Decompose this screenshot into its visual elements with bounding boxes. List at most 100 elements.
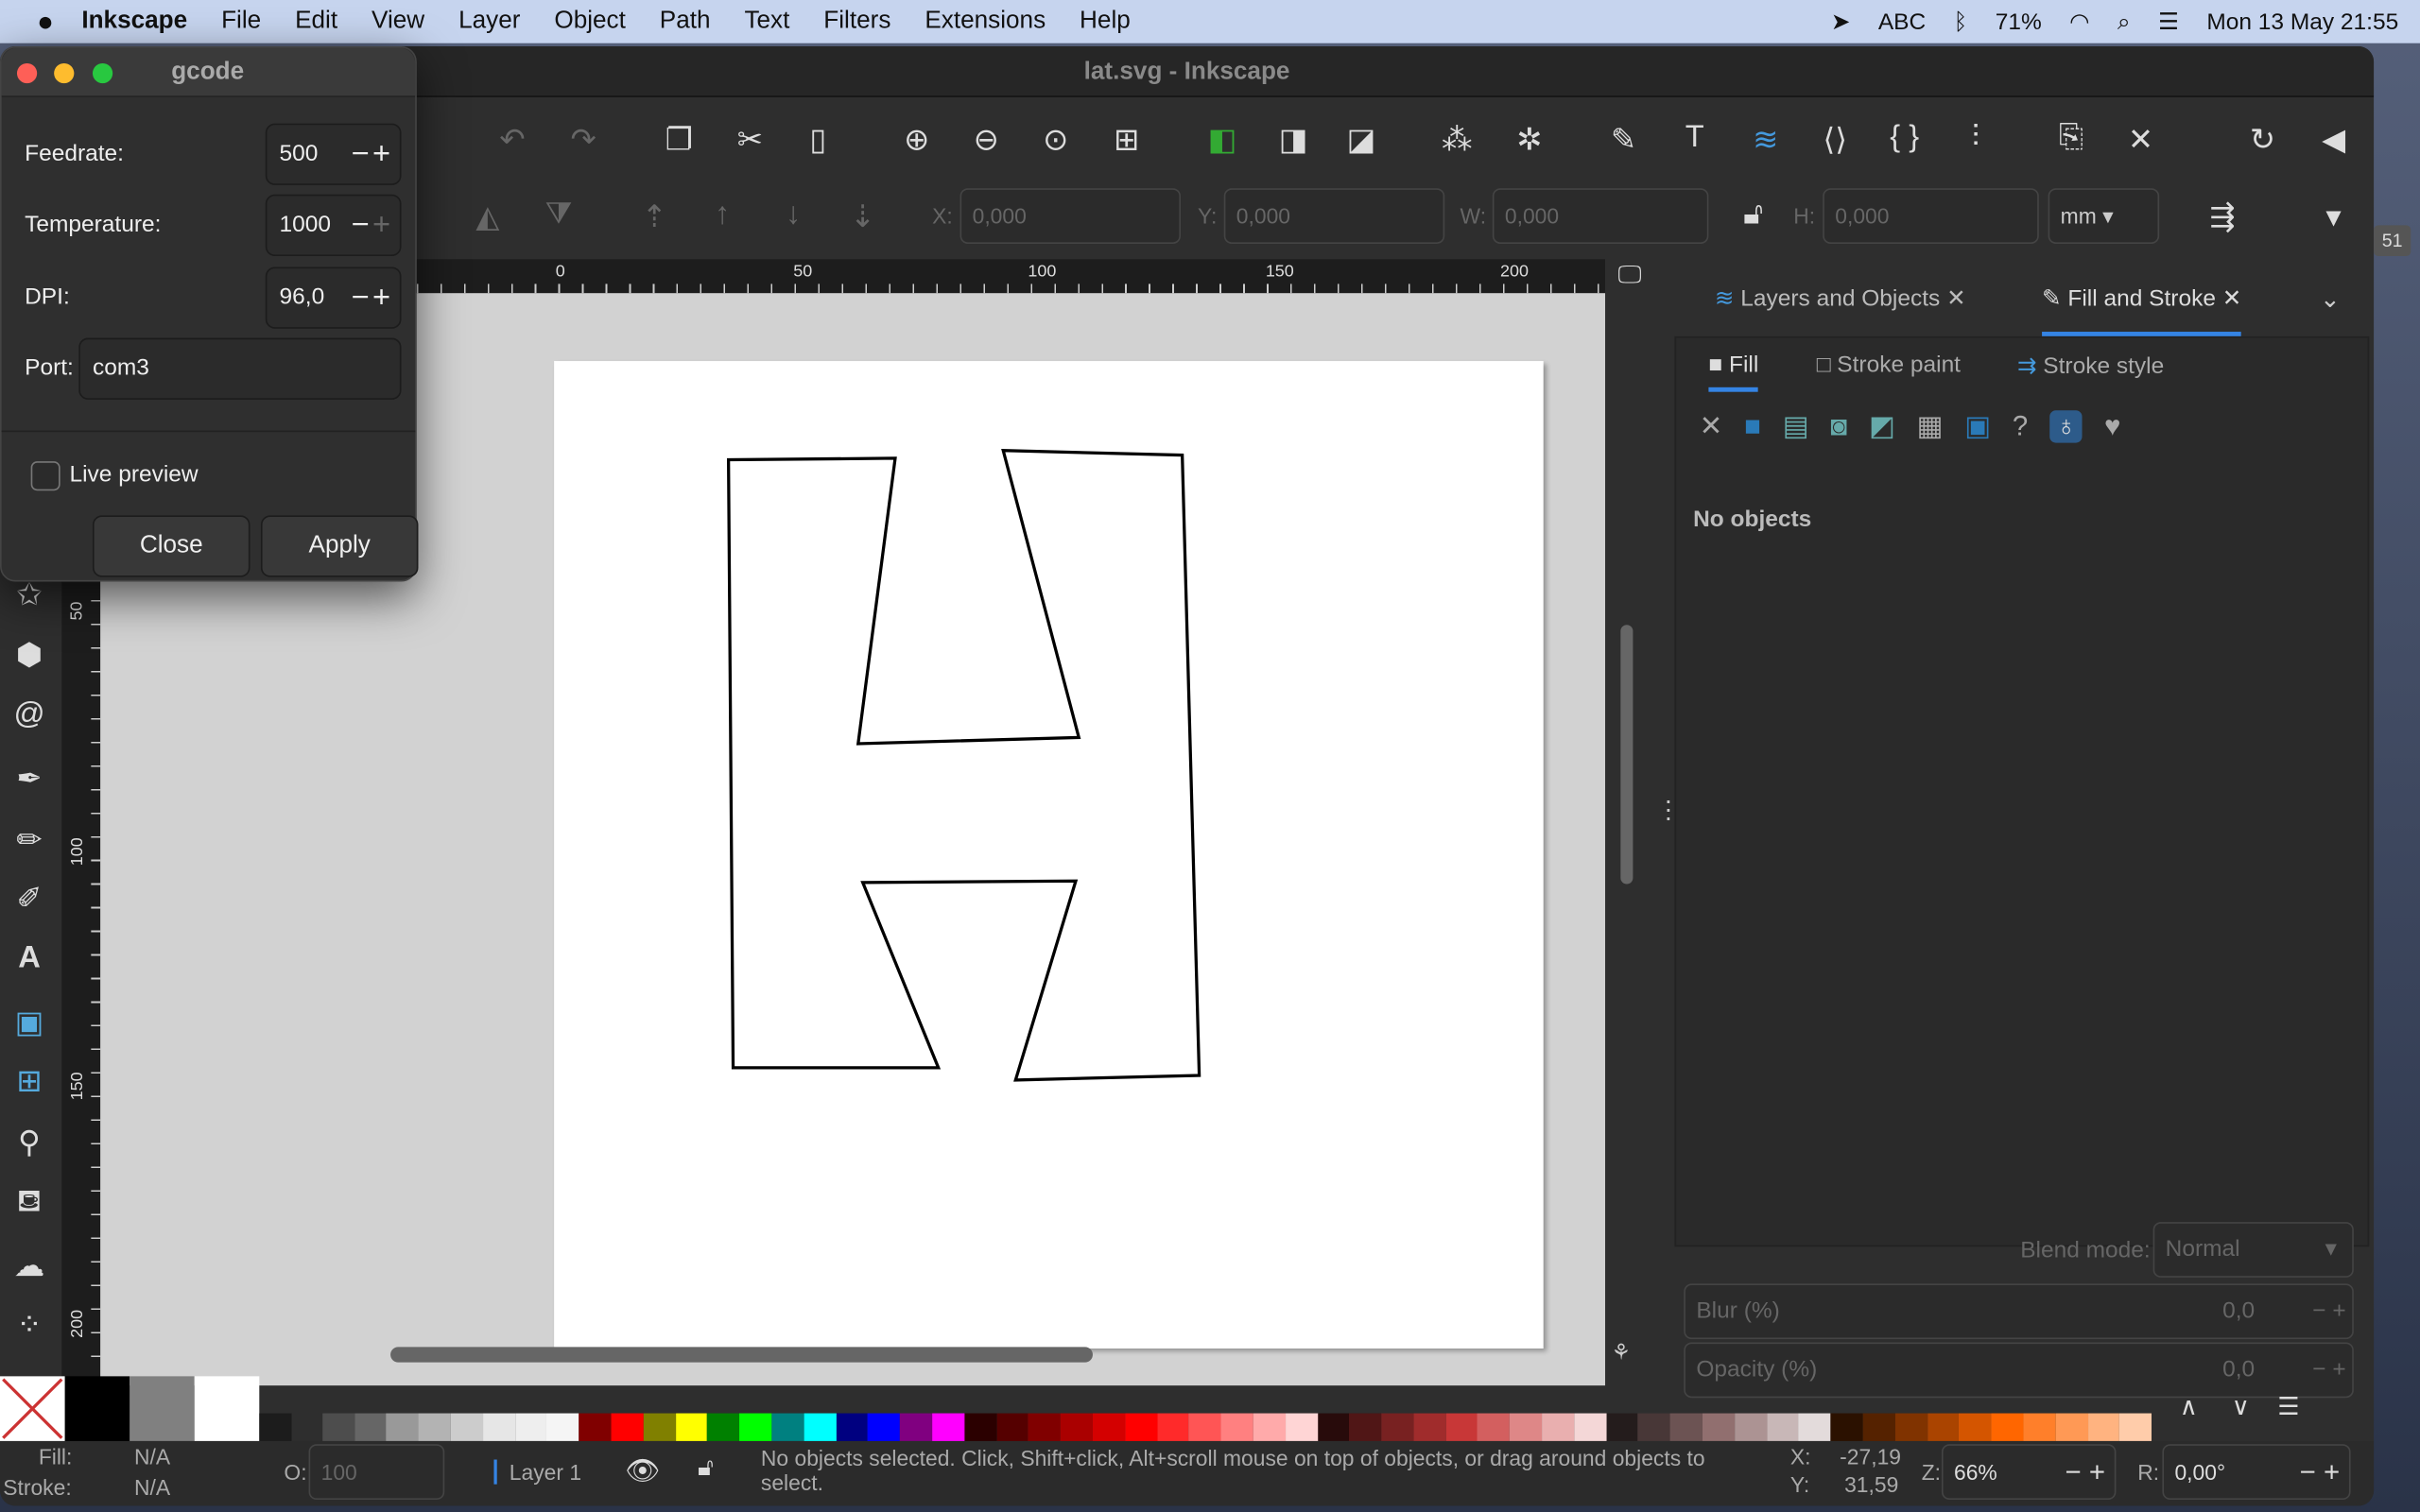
opacity-input[interactable]: 100 xyxy=(308,1444,445,1500)
feedrate-input[interactable]: 500 −+ xyxy=(265,123,402,185)
zoom-window-button[interactable] xyxy=(92,62,113,84)
transform-icon[interactable]: ✲ xyxy=(1508,120,1551,159)
zoom-page-icon[interactable]: ⊙ xyxy=(1034,120,1078,159)
transform-options-icon[interactable]: ⇶ xyxy=(2201,198,2244,236)
3d-box-tool-icon[interactable]: ⬢ xyxy=(8,636,51,675)
radial-gradient-icon[interactable]: ◙ xyxy=(1830,410,1847,442)
preferences-icon[interactable]: ✕ xyxy=(2119,120,2163,159)
subtab-stroke-paint[interactable]: □ Stroke paint xyxy=(1817,352,1961,378)
color-swatch[interactable] xyxy=(386,1413,419,1441)
lower-bottom-icon[interactable]: ⇣ xyxy=(841,198,885,236)
color-swatch[interactable] xyxy=(1862,1413,1895,1441)
layers-icon[interactable]: ≋ xyxy=(1744,120,1788,159)
color-swatch[interactable] xyxy=(1317,1413,1350,1441)
color-swatch[interactable] xyxy=(1638,1413,1671,1441)
live-preview-label[interactable]: Live preview xyxy=(69,461,198,488)
color-swatch[interactable] xyxy=(291,1413,322,1441)
h-input[interactable]: 0,000 xyxy=(1823,188,2039,244)
apple-icon[interactable]: ● xyxy=(37,6,54,38)
palette-menu-icon[interactable]: ☰ xyxy=(2277,1392,2299,1423)
color-swatch[interactable] xyxy=(450,1413,483,1441)
color-swatch[interactable] xyxy=(1445,1413,1478,1441)
color-swatch[interactable] xyxy=(1798,1413,1831,1441)
tabs-menu-chevron-icon[interactable]: ⌄ xyxy=(2320,284,2341,315)
color-swatch[interactable] xyxy=(1413,1413,1446,1441)
zoom-selection-icon[interactable]: ⊕ xyxy=(895,120,939,159)
color-swatch[interactable] xyxy=(900,1413,933,1441)
horizontal-scrollbar[interactable] xyxy=(390,1347,1093,1363)
palette-scroll-up-icon[interactable]: ∧ xyxy=(2180,1392,2198,1423)
fill-stroke-icon[interactable]: ✎ xyxy=(1602,120,1646,159)
color-swatch[interactable] xyxy=(1028,1413,1061,1441)
linear-gradient-icon[interactable]: ▤ xyxy=(1783,410,1809,442)
paint-bucket-tool-icon[interactable]: ⛾ xyxy=(8,1185,51,1224)
color-swatch[interactable] xyxy=(739,1413,772,1441)
control-center-icon[interactable]: ☰ xyxy=(2158,8,2179,36)
dropper-tool-icon[interactable]: ⚲ xyxy=(8,1124,51,1162)
paste-icon[interactable]: ▯ xyxy=(796,120,839,159)
color-swatch[interactable] xyxy=(259,1413,292,1441)
color-swatch[interactable] xyxy=(482,1413,515,1441)
zoom-center-icon[interactable]: ⊞ xyxy=(1105,120,1149,159)
lock-icon[interactable]: 🔓︎ xyxy=(1732,198,1775,233)
pattern-icon[interactable]: ▦ xyxy=(1917,410,1944,442)
color-swatch[interactable] xyxy=(643,1413,676,1441)
color-swatch[interactable] xyxy=(932,1413,965,1441)
apply-button[interactable]: Apply xyxy=(260,515,419,577)
xml-editor-icon[interactable]: ⟨⟩ xyxy=(1813,120,1857,159)
subtab-stroke-style[interactable]: ⇉ Stroke style xyxy=(2017,352,2164,380)
zoom-input[interactable]: 66% − + xyxy=(1941,1444,2117,1500)
color-swatch[interactable] xyxy=(1702,1413,1735,1441)
blend-mode-select[interactable]: Normal ▾ xyxy=(2152,1222,2354,1278)
color-swatch[interactable] xyxy=(1734,1413,1767,1441)
color-swatch[interactable] xyxy=(1253,1413,1286,1441)
vertical-scrollbar[interactable] xyxy=(1620,625,1634,885)
flat-color-icon[interactable]: ■ xyxy=(1744,410,1761,442)
color-manage-icon[interactable]: ⚘ xyxy=(1612,1339,1632,1366)
spray-tool-icon[interactable]: ⁘ xyxy=(8,1305,51,1344)
color-swatch[interactable] xyxy=(2023,1413,2056,1441)
color-swatch[interactable] xyxy=(1959,1413,1992,1441)
app-menu[interactable]: Inkscape xyxy=(81,8,187,35)
flip-horizontal-icon[interactable]: ◭ xyxy=(466,198,510,236)
close-icon[interactable]: ✕ xyxy=(1946,285,1966,312)
color-swatch[interactable] xyxy=(836,1413,869,1441)
minimize-window-button[interactable] xyxy=(54,62,75,84)
datetime[interactable]: Mon 13 May 21:55 xyxy=(2206,9,2398,35)
layer-lock-icon[interactable]: 🔓︎ xyxy=(698,1455,714,1483)
location-icon[interactable]: ➤ xyxy=(1831,8,1851,36)
y-input[interactable]: 0,000 xyxy=(1223,188,1445,244)
redo-icon[interactable]: ↷ xyxy=(562,120,605,159)
visibility-eye-icon[interactable]: 👁︎ xyxy=(625,1455,660,1487)
color-swatch[interactable] xyxy=(1927,1413,1960,1441)
swatch-white[interactable] xyxy=(194,1376,260,1441)
palette-scroll-down-icon[interactable]: ∨ xyxy=(2232,1392,2250,1423)
gradient-tool-icon[interactable]: ▣ xyxy=(8,1003,51,1041)
pen-tool-icon[interactable]: ✒ xyxy=(8,759,51,798)
color-swatch[interactable] xyxy=(1574,1413,1607,1441)
menu-path[interactable]: Path xyxy=(660,8,711,35)
color-swatch[interactable] xyxy=(1060,1413,1093,1441)
no-paint-icon[interactable]: ✕ xyxy=(1700,410,1723,442)
fill-rule-nonzero-icon[interactable]: ♥ xyxy=(2104,410,2120,442)
input-source[interactable]: ABC xyxy=(1878,9,1926,35)
color-swatch[interactable] xyxy=(868,1413,901,1441)
tab-layers-objects[interactable]: ≋ Layers and Objects ✕ xyxy=(1715,263,1966,336)
color-swatch[interactable] xyxy=(2055,1413,2088,1441)
current-layer[interactable]: Layer 1 xyxy=(493,1459,581,1485)
color-swatch[interactable] xyxy=(1381,1413,1414,1441)
color-swatch[interactable] xyxy=(804,1413,837,1441)
swatch-gray[interactable] xyxy=(130,1376,195,1441)
color-swatch[interactable] xyxy=(1894,1413,1927,1441)
color-swatch[interactable] xyxy=(707,1413,740,1441)
align-icon[interactable]: ⫶ xyxy=(1954,120,1997,156)
menu-extensions[interactable]: Extensions xyxy=(925,8,1046,35)
calligraphy-tool-icon[interactable]: ✐ xyxy=(8,880,51,919)
color-swatch[interactable] xyxy=(771,1413,804,1441)
color-swatch[interactable] xyxy=(1092,1413,1125,1441)
search-icon[interactable]: ⌕ xyxy=(2118,9,2131,35)
toolbar-overflow-icon[interactable]: ▾ xyxy=(2312,198,2356,236)
color-swatch[interactable] xyxy=(2119,1413,2152,1441)
color-swatch[interactable] xyxy=(964,1413,996,1441)
wifi-icon[interactable]: ◠ xyxy=(2069,8,2089,36)
